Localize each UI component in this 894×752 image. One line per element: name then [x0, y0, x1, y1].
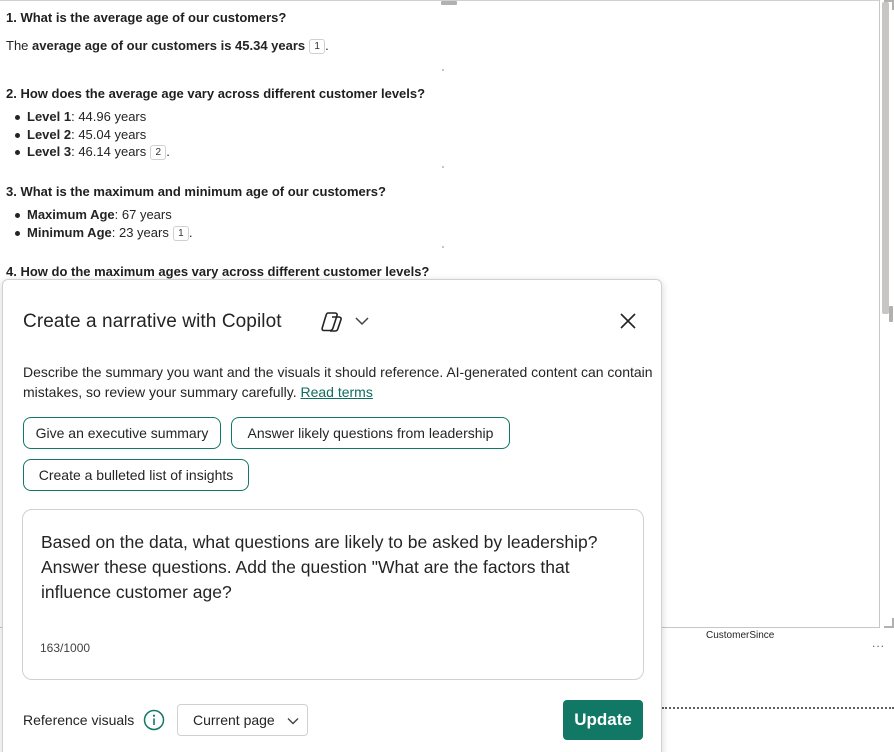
levels-list: Level 1: 44.96 years Level 2: 45.04 year…: [14, 108, 425, 161]
period: .: [188, 224, 193, 240]
reference-selected-value: Current page: [193, 712, 275, 728]
vertical-scrollbar[interactable]: [882, 2, 889, 314]
column-header-customer-since[interactable]: CustomerSince: [706, 630, 774, 641]
list-item: Level 2: 45.04 years: [14, 126, 425, 144]
resize-handle-top[interactable]: [441, 1, 457, 5]
citation-badge[interactable]: 1: [309, 39, 326, 54]
level-label: Level 2: [27, 126, 72, 142]
period: .: [166, 144, 170, 159]
extreme-label: Minimum Age: [27, 224, 112, 240]
divider-mark: [442, 246, 444, 248]
prompt-text[interactable]: Based on the data, what questions are li…: [41, 530, 621, 605]
level-label: Level 1: [27, 109, 72, 124]
update-button[interactable]: Update: [563, 700, 643, 740]
extreme-value: : 23 years: [111, 224, 169, 240]
chevron-down-icon[interactable]: [355, 315, 369, 327]
divider-mark: [442, 166, 444, 168]
level-label: Level 3: [27, 144, 72, 159]
reference-visuals-dropdown[interactable]: Current page: [177, 704, 308, 736]
question-heading-1: 1. What is the average age of our custom…: [6, 10, 287, 25]
citation-badge[interactable]: 1: [172, 225, 189, 241]
resize-handle-right[interactable]: [889, 306, 893, 322]
info-icon[interactable]: [143, 709, 165, 731]
prompt-input[interactable]: Based on the data, what questions are li…: [22, 509, 644, 680]
list-item: Level 1: 44.96 years: [14, 108, 425, 126]
period: .: [325, 38, 329, 53]
suggestion-bulleted-insights[interactable]: Create a bulleted list of insights: [23, 459, 249, 491]
dialog-title: Create a narrative with Copilot: [23, 311, 282, 332]
level-value: : 44.96 years: [71, 109, 147, 124]
level-value: : 45.04 years: [71, 126, 147, 142]
question-heading-3: 3. What is the maximum and minimum age o…: [6, 184, 386, 199]
list-item: Level 3: 46.14 years 2.: [14, 143, 425, 161]
question-heading-2: 2. How does the average age vary across …: [6, 86, 426, 101]
reference-visuals-label: Reference visuals: [23, 712, 135, 728]
divider-mark: [442, 69, 444, 71]
answer-1-bold: average age of our customers is 45.34 ye…: [32, 38, 306, 53]
copilot-icon: [321, 312, 342, 332]
citation-badge[interactable]: 2: [150, 145, 167, 160]
resize-corner-top-right[interactable]: [884, 0, 894, 10]
extreme-label: Maximum Age: [27, 207, 115, 222]
answer-1-prefix: The: [6, 38, 33, 53]
read-terms-link[interactable]: Read terms: [300, 384, 372, 400]
extremes-list: Maximum Age: 67 years Minimum Age: 23 ye…: [14, 206, 386, 241]
report-canvas: 1. What is the average age of our custom…: [0, 0, 894, 752]
level-value: : 46.14 years: [71, 144, 147, 159]
suggestion-executive-summary[interactable]: Give an executive summary: [23, 417, 221, 449]
narrative-block-3: 3. What is the maximum and minimum age o…: [6, 183, 386, 241]
extreme-value: : 67 years: [114, 207, 172, 222]
table-divider: [662, 707, 894, 709]
resize-corner-bottom-right[interactable]: [884, 618, 894, 628]
narrative-block-2: 2. How does the average age vary across …: [6, 85, 425, 161]
list-item: Minimum Age: 23 years 1.: [14, 224, 386, 242]
list-item: Maximum Age: 67 years: [14, 206, 386, 224]
copilot-narrative-dialog: Create a narrative with Copilot Describe…: [2, 279, 662, 752]
narrative-block-1: 1. What is the average age of our custom…: [6, 9, 329, 55]
suggestion-leadership-questions[interactable]: Answer likely questions from leadership: [231, 417, 510, 449]
chevron-down-icon: [287, 718, 299, 725]
dialog-description: Describe the summary you want and the vi…: [23, 362, 653, 402]
answer-1: The average age of our customers is 45.3…: [6, 37, 329, 55]
character-counter: 163/1000: [40, 641, 91, 655]
more-options-icon[interactable]: ...: [872, 636, 885, 650]
close-icon[interactable]: [618, 311, 638, 331]
